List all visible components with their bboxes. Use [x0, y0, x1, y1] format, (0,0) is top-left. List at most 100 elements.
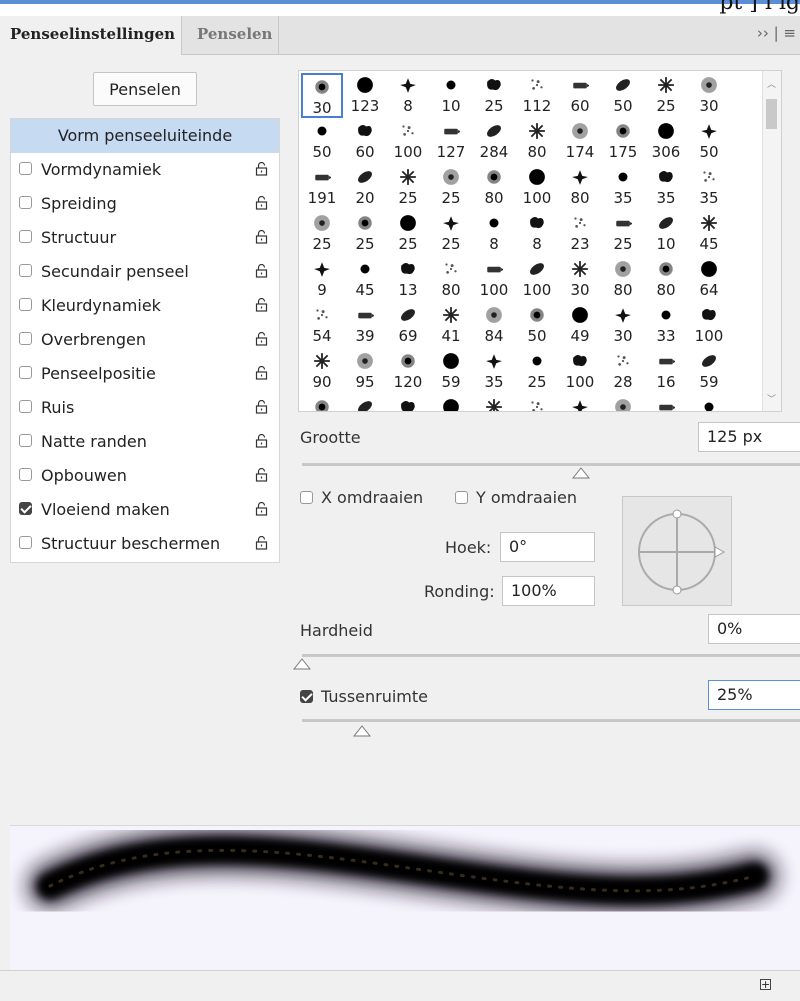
lock-icon[interactable] [255, 536, 268, 550]
brush-preset-cell[interactable] [688, 395, 730, 411]
lock-icon[interactable] [255, 196, 268, 210]
brush-preset-cell[interactable] [645, 395, 687, 411]
brush-preset-cell[interactable]: 191 [301, 165, 343, 210]
lock-icon[interactable] [255, 468, 268, 482]
brush-preset-cell[interactable]: 16 [645, 349, 687, 394]
hardheid-field[interactable]: 0% [708, 614, 800, 644]
tussenruimte-field[interactable]: 25% [708, 680, 800, 710]
sidebar-item-kleurdynamiek[interactable]: Kleurdynamiek [11, 289, 279, 323]
brush-preset-cell[interactable]: 50 [516, 303, 558, 348]
grootte-field[interactable]: 125 px [698, 422, 800, 452]
sidebar-checkbox[interactable] [19, 502, 32, 515]
scroll-thumb[interactable] [766, 99, 777, 129]
brush-preset-cell[interactable]: 10 [430, 73, 472, 118]
brush-preset-cell[interactable]: 100 [473, 257, 515, 302]
lock-icon[interactable] [255, 298, 268, 312]
brush-preset-cell[interactable]: 28 [602, 349, 644, 394]
preset-scrollbar[interactable]: ︿ ﹀ [762, 71, 781, 411]
brush-preset-cell[interactable]: 39 [344, 303, 386, 348]
brush-preset-cell[interactable]: 25 [430, 211, 472, 256]
brush-tip-shape-item[interactable]: Vorm penseeluiteinde [11, 119, 279, 153]
sidebar-item-opbouwen[interactable]: Opbouwen [11, 459, 279, 493]
brush-preset-cell[interactable]: 33 [645, 303, 687, 348]
brush-preset-cell[interactable]: 41 [430, 303, 472, 348]
lock-icon[interactable] [255, 230, 268, 244]
brush-preset-cell[interactable]: 25 [645, 73, 687, 118]
brush-preset-cell[interactable]: 13 [387, 257, 429, 302]
brush-preset-cell[interactable]: 112 [516, 73, 558, 118]
lock-icon[interactable] [255, 332, 268, 346]
tussenruimte-slider-track[interactable] [302, 719, 800, 722]
brush-preset-cell[interactable] [301, 395, 343, 411]
tussenruimte-slider-thumb[interactable] [352, 725, 371, 737]
angle-dial-icon[interactable] [623, 497, 731, 605]
brush-preset-cell[interactable]: 8 [387, 73, 429, 118]
new-preset-icon[interactable]: + [760, 979, 771, 990]
sidebar-item-vormdynamiek[interactable]: Vormdynamiek [11, 153, 279, 187]
brush-preset-cell[interactable]: 84 [473, 303, 515, 348]
brush-preset-cell[interactable]: 127 [430, 119, 472, 164]
brush-preset-cell[interactable] [344, 395, 386, 411]
lock-icon[interactable] [255, 162, 268, 176]
sidebar-checkbox[interactable] [19, 434, 32, 447]
brush-preset-cell[interactable]: 80 [645, 257, 687, 302]
brush-preset-cell[interactable] [559, 395, 601, 411]
brush-preset-cell[interactable]: 80 [430, 257, 472, 302]
sidebar-checkbox[interactable] [19, 298, 32, 311]
brush-preset-cell[interactable]: 35 [602, 165, 644, 210]
brush-preset-cell[interactable]: 25 [387, 165, 429, 210]
brush-preset-cell[interactable]: 100 [516, 165, 558, 210]
brush-preset-cell[interactable]: 25 [602, 211, 644, 256]
brush-preset-cell[interactable]: 80 [516, 119, 558, 164]
sidebar-item-structuur-beschermen[interactable]: Structuur beschermen [11, 527, 279, 561]
lock-icon[interactable] [255, 434, 268, 448]
brush-preset-cell[interactable]: 30 [602, 303, 644, 348]
brush-preset-cell[interactable]: 100 [387, 119, 429, 164]
brush-preset-cell[interactable]: 8 [473, 211, 515, 256]
sidebar-checkbox[interactable] [19, 264, 32, 277]
tussenruimte-checkbox[interactable] [300, 690, 313, 703]
brush-preset-cell[interactable]: 100 [688, 303, 730, 348]
flip-y-checkbox[interactable] [455, 491, 468, 504]
brush-preset-cell[interactable]: 80 [602, 257, 644, 302]
tab-penselen[interactable]: Penselen [183, 16, 279, 54]
panel-menu-icon[interactable]: ›› | ≡ [757, 24, 796, 42]
brush-preset-cell[interactable]: 60 [344, 119, 386, 164]
sidebar-checkbox[interactable] [19, 162, 32, 175]
brush-preset-cell[interactable]: 80 [473, 165, 515, 210]
brush-preset-cell[interactable]: 100 [559, 349, 601, 394]
ronding-field[interactable]: 100% [502, 576, 595, 606]
lock-icon[interactable] [255, 366, 268, 380]
brush-preset-cell[interactable]: 25 [301, 211, 343, 256]
brush-preset-cell[interactable]: 120 [387, 349, 429, 394]
brush-preset-cell[interactable]: 50 [301, 119, 343, 164]
brush-preset-cell[interactable]: 90 [301, 349, 343, 394]
brush-preset-cell[interactable] [516, 395, 558, 411]
grootte-slider-track[interactable] [302, 463, 800, 466]
brush-preset-cell[interactable]: 25 [387, 211, 429, 256]
hardheid-slider-thumb[interactable] [293, 658, 311, 670]
brush-preset-cell[interactable] [387, 395, 429, 411]
sidebar-item-structuur[interactable]: Structuur [11, 221, 279, 255]
brush-preset-cell[interactable] [430, 395, 472, 411]
hoek-field[interactable]: 0° [500, 532, 595, 562]
brush-preset-cell[interactable]: 49 [559, 303, 601, 348]
brush-preset-cell[interactable]: 174 [559, 119, 601, 164]
brush-preset-cell[interactable]: 306 [645, 119, 687, 164]
brush-preset-cell[interactable] [473, 395, 515, 411]
sidebar-item-overbrengen[interactable]: Overbrengen [11, 323, 279, 357]
brush-preset-cell[interactable]: 25 [473, 73, 515, 118]
brush-preset-cell[interactable]: 23 [559, 211, 601, 256]
scroll-down-icon[interactable]: ﹀ [767, 392, 776, 405]
brush-preset-cell[interactable]: 8 [516, 211, 558, 256]
brush-preset-cell[interactable]: 45 [688, 211, 730, 256]
sidebar-checkbox[interactable] [19, 536, 32, 549]
brush-preset-cell[interactable]: 9 [301, 257, 343, 302]
brush-preset-cell[interactable]: 80 [559, 165, 601, 210]
brush-preset-cell[interactable]: 100 [516, 257, 558, 302]
brush-preset-cell[interactable]: 284 [473, 119, 515, 164]
brush-preset-cell[interactable]: 59 [430, 349, 472, 394]
brush-preset-cell[interactable]: 30 [301, 73, 343, 118]
angle-roundness-preview[interactable] [622, 496, 732, 606]
sidebar-item-penseelpositie[interactable]: Penseelpositie [11, 357, 279, 391]
